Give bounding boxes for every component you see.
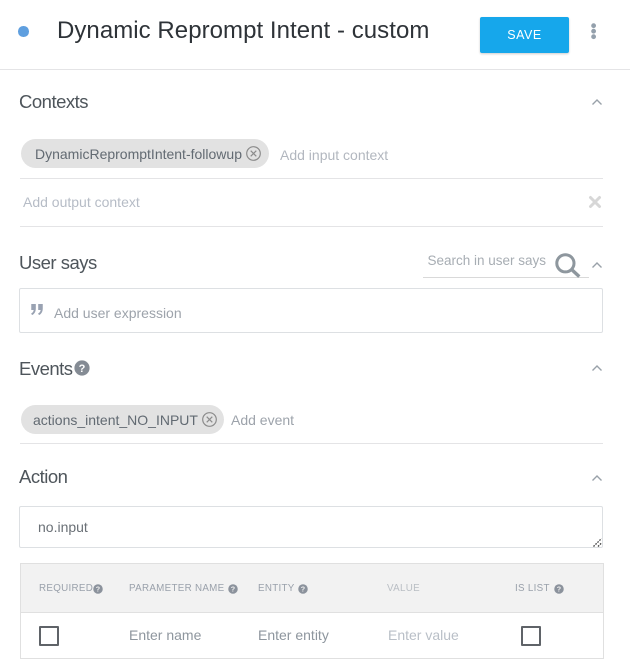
svg-text:?: ? <box>96 586 100 594</box>
svg-text:?: ? <box>300 586 304 594</box>
svg-text:?: ? <box>231 586 235 594</box>
svg-text:?: ? <box>557 586 561 594</box>
svg-text:?: ? <box>79 363 86 375</box>
